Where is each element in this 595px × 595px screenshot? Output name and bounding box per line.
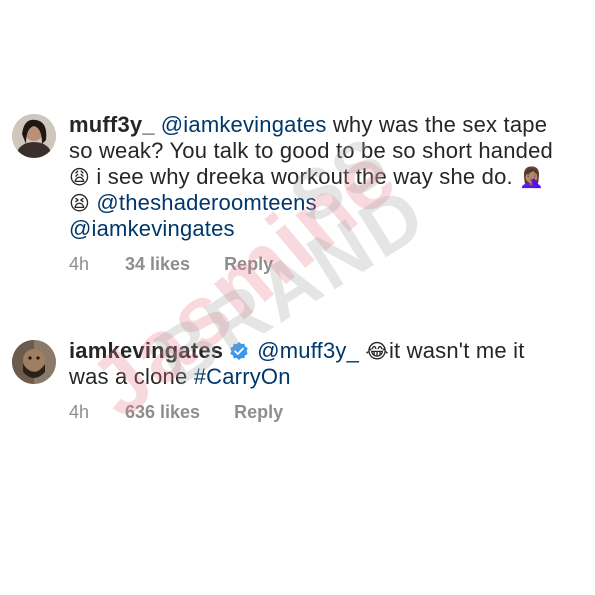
tears-of-joy-icon: 😂 bbox=[365, 339, 389, 363]
mention-link[interactable]: @iamkevingates bbox=[161, 112, 327, 137]
mention-link[interactable]: @muff3y_ bbox=[257, 338, 359, 363]
likes-count[interactable]: 636 likes bbox=[125, 402, 200, 423]
likes-count[interactable]: 34 likes bbox=[125, 254, 190, 275]
mention-link[interactable]: @theshaderoomteens bbox=[96, 190, 316, 215]
timestamp: 4h bbox=[69, 254, 90, 274]
reply-button[interactable]: Reply bbox=[224, 254, 273, 275]
facepalm-icon: 🤦🏽‍♀️ bbox=[519, 165, 545, 189]
timestamp: 4h bbox=[69, 402, 90, 422]
comment-text: muff3y_ @iamkevingates why was the sex ta… bbox=[69, 112, 569, 242]
comment-meta: 4h 34 likes Reply bbox=[69, 254, 569, 275]
avatar-photo-icon bbox=[12, 114, 56, 158]
comment-meta: 4h 636 likes Reply bbox=[69, 402, 569, 423]
weary-face-icon: 😩 bbox=[69, 165, 91, 189]
mention-link[interactable]: @iamkevingates bbox=[69, 216, 235, 241]
username[interactable]: iamkevingates bbox=[69, 338, 223, 363]
avatar[interactable] bbox=[12, 114, 56, 158]
verified-badge-icon bbox=[230, 342, 248, 360]
username[interactable]: muff3y_ bbox=[69, 112, 155, 137]
comment-text: iamkevingates @muff3y_ 😂it wasn't me it w… bbox=[69, 338, 569, 390]
avatar[interactable] bbox=[12, 340, 56, 384]
hashtag-link[interactable]: #CarryOn bbox=[194, 364, 291, 389]
reply-button[interactable]: Reply bbox=[234, 402, 283, 423]
tired-face-icon: 😫 bbox=[69, 191, 91, 215]
comment-body-continued: i see why dreeka workout the way she do. bbox=[90, 164, 520, 189]
avatar-photo-icon bbox=[12, 340, 56, 384]
